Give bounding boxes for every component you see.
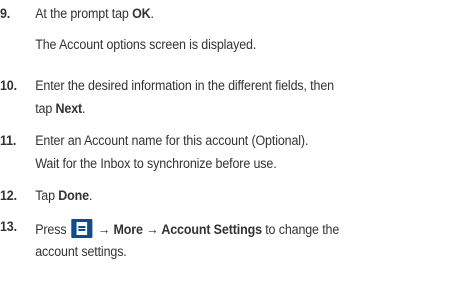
step-number: 13.	[0, 219, 17, 235]
step-text: Enter an Account name for this account (…	[35, 133, 309, 149]
step-text: At the prompt tap OK.	[35, 6, 154, 22]
step-number: 12.	[0, 188, 17, 204]
step-number: 11.	[0, 133, 17, 149]
step-note: The Account options screen is displayed.	[35, 37, 257, 53]
instruction-list: 9. At the prompt tap OK. The Account opt…	[0, 0, 402, 302]
done-keyword: Done	[58, 188, 89, 204]
menu-path-keyword: More → Account Settings	[113, 222, 262, 238]
step-text: Tap Done.	[35, 188, 93, 204]
step-text: Press → More → Account Settings to chang…	[35, 219, 339, 238]
step-number: 10.	[0, 78, 17, 94]
ok-keyword: OK	[132, 6, 151, 22]
next-keyword: Next	[55, 101, 83, 117]
menu-key-icon	[71, 219, 93, 238]
step-text-continued: account settings.	[35, 244, 127, 260]
step-number: 9.	[0, 6, 11, 22]
step-text-continued: tap Next.	[35, 101, 86, 117]
step-text: Enter the desired information in the dif…	[35, 78, 334, 94]
step-note: Wait for the Inbox to synchronize before…	[35, 156, 277, 172]
